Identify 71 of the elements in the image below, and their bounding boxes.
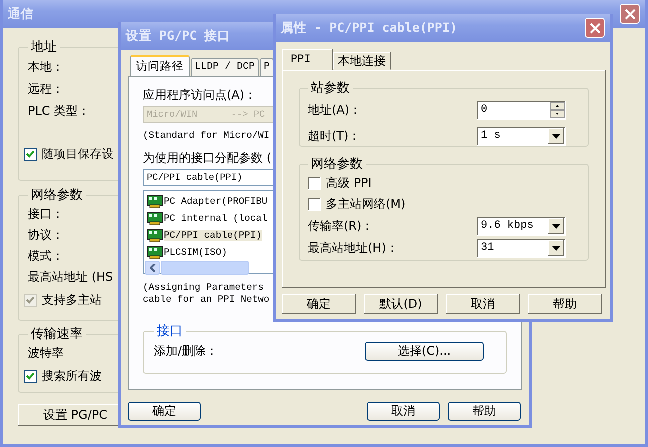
field-label: 地址(A)： xyxy=(308,102,362,118)
tab[interactable]: 本地连接 xyxy=(333,52,391,70)
field-label: 接口： xyxy=(28,206,64,223)
close-button[interactable] xyxy=(620,4,640,24)
scrollbar-thumb[interactable] xyxy=(161,261,249,275)
group-title: 网络参数 xyxy=(310,156,364,173)
highest-address-dropdown[interactable]: 31 xyxy=(477,238,566,258)
dialog-button[interactable]: 帮助 xyxy=(448,402,521,421)
group-title: 网络参数 xyxy=(30,187,84,204)
scroll-left-button[interactable] xyxy=(145,261,160,275)
field-label: 波特率 xyxy=(28,345,64,362)
dialog-button[interactable]: 默认(D) xyxy=(364,294,438,314)
group-title: 站参数 xyxy=(310,80,351,97)
tab[interactable]: LLDP / DCP xyxy=(191,58,260,76)
network-card-icon xyxy=(147,212,163,226)
checkbox-label: 搜索所有波 xyxy=(42,368,102,384)
field-label: 应用程序访问点(A)： xyxy=(143,87,257,103)
select-button[interactable]: 选择(C)... xyxy=(365,342,484,361)
field-label: 传输率(R)： xyxy=(308,218,374,234)
close-icon xyxy=(590,22,600,34)
description-text: cable for an PPI Netwo xyxy=(143,294,270,306)
field-label: 远程： xyxy=(28,80,64,98)
address-field[interactable]: 0 xyxy=(478,104,488,116)
dropdown-arrow-icon xyxy=(552,246,560,250)
window-title: 设置 PG/PC 接口 xyxy=(126,28,231,44)
list-item[interactable]: PLCSIM(ISO) xyxy=(164,247,228,258)
dialog-button[interactable]: 确定 xyxy=(282,294,356,314)
network-card-icon xyxy=(147,228,163,242)
timeout-dropdown[interactable]: 1 s xyxy=(477,126,566,146)
field-label: 模式： xyxy=(28,248,64,265)
field-label: 协议： xyxy=(28,227,64,244)
checkbox-label: 随项目保存设 xyxy=(42,146,114,162)
close-button[interactable] xyxy=(585,18,605,38)
window-title: 属性 - PC/PPI cable(PPI) xyxy=(281,20,458,36)
field-label: 添加/删除： xyxy=(154,343,218,360)
checkbox[interactable] xyxy=(308,198,321,211)
network-card-icon xyxy=(147,194,163,208)
network-card-icon xyxy=(147,246,163,260)
dropdown-arrow-icon xyxy=(552,134,560,138)
list-item[interactable]: PC Adapter(PROFIBU xyxy=(164,196,268,207)
tab[interactable]: PPI xyxy=(282,49,333,70)
close-icon xyxy=(624,8,636,20)
checkbox-label: 支持多主站 xyxy=(42,292,102,308)
checkbox[interactable] xyxy=(24,370,37,382)
checkbox-label: 多主站网络(M) xyxy=(326,196,406,213)
dialog-button[interactable]: 帮助 xyxy=(528,294,602,314)
field-label: 最高站地址(H)： xyxy=(308,240,398,256)
rate-dropdown[interactable]: 9.6 kbps xyxy=(477,216,566,236)
note-text: (Standard for Micro/WI xyxy=(143,130,270,143)
tab[interactable]: P xyxy=(260,58,274,76)
group-title: 传输速率 xyxy=(30,326,84,343)
window-title: 通信 xyxy=(8,6,34,22)
list-item[interactable]: PC internal (local xyxy=(164,213,268,224)
group-title: 地址 xyxy=(30,39,58,56)
description-text: (Assigning Parameters xyxy=(143,282,264,294)
group-title: 接口 xyxy=(156,323,184,340)
tab[interactable]: 访问路径 xyxy=(130,55,190,76)
field-label: PLC 类型： xyxy=(28,102,90,120)
field-label: 超时(T)： xyxy=(308,128,361,144)
field-label: 本地： xyxy=(28,58,64,76)
dropdown-arrow-icon xyxy=(552,224,560,228)
dialog-button[interactable]: 确定 xyxy=(128,402,201,421)
checkbox[interactable] xyxy=(308,177,321,190)
dialog-button[interactable]: 取消 xyxy=(367,402,440,421)
checkbox[interactable] xyxy=(24,148,37,160)
field-label: 最高站地址 (HS xyxy=(28,269,114,286)
dialog-button[interactable]: 取消 xyxy=(446,294,520,314)
list-item[interactable]: PC/PPI cable(PPI) xyxy=(164,230,262,241)
spinner-buttons[interactable] xyxy=(550,102,565,118)
checkbox-label: 高级 PPI xyxy=(326,175,372,192)
field-label: 为使用的接口分配参数 ( xyxy=(143,150,272,166)
